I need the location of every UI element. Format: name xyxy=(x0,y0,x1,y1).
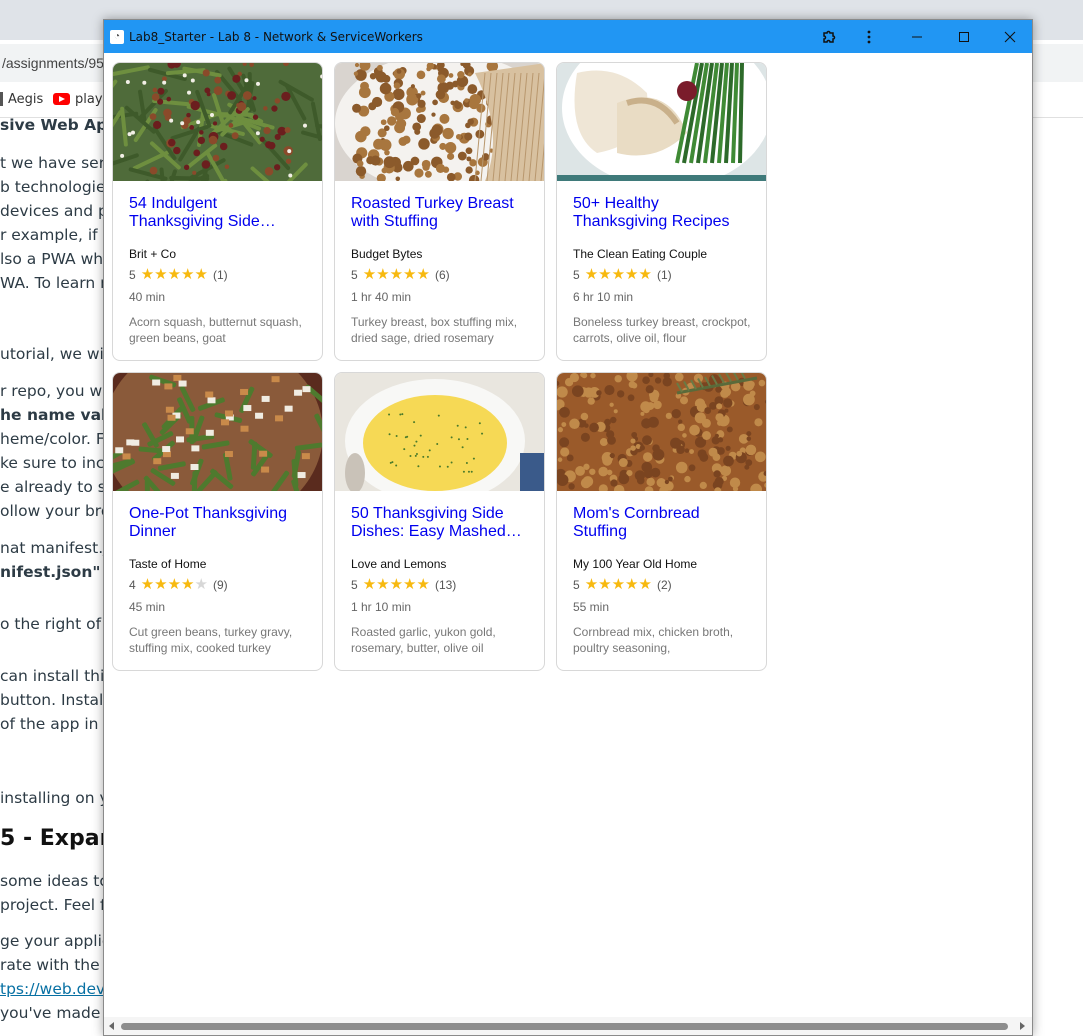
review-count: (1) xyxy=(212,268,228,282)
star-rating-icon: ★★★★★ xyxy=(362,576,430,593)
background-text-line: b technologies xyxy=(0,178,114,196)
recipe-rating: 5 ★★★★★ (2) xyxy=(573,576,672,593)
recipe-organization: Brit + Co xyxy=(129,247,177,261)
recipe-total-time: 1 hr 10 min xyxy=(351,600,412,614)
recipe-rating: 5 ★★★★★ (6) xyxy=(351,266,450,283)
window-title-bar[interactable]: ◔ Lab8_Starter - Lab 8 - Network & Servi… xyxy=(104,20,1032,53)
close-icon[interactable] xyxy=(990,20,1030,53)
background-text-line: WA. To learn m xyxy=(0,274,116,292)
recipe-rating: 5 ★★★★★ (1) xyxy=(573,266,672,283)
review-count: (1) xyxy=(656,268,672,282)
star-rating-icon: ★★★★★ xyxy=(584,576,652,593)
recipe-image xyxy=(113,373,322,491)
background-text-line: r repo, you will xyxy=(0,382,116,400)
recipe-ingredients: Roasted garlic, yukon gold, rosemary, bu… xyxy=(351,625,496,655)
review-count: (9) xyxy=(212,578,228,592)
background-text-line: some ideas to xyxy=(0,872,109,890)
scrollbar-thumb[interactable] xyxy=(121,1023,1008,1030)
recipe-card[interactable]: 54 Indulgent Thanksgiving Side Dishes Bri… xyxy=(112,62,323,361)
recipe-rating: 5 ★★★★★ (1) xyxy=(129,266,228,283)
more-options-icon[interactable] xyxy=(849,20,889,53)
recipe-title-link[interactable]: Roasted Turkey Breast with Stuffing xyxy=(351,195,531,231)
recipe-organization: Love and Lemons xyxy=(351,557,447,571)
background-text-line: you've made y xyxy=(0,1004,115,1022)
window-title: Lab8_Starter - Lab 8 - Network & Service… xyxy=(129,30,423,44)
recipe-title-link[interactable]: 50 Thanksgiving Side Dishes: Easy Mashed… xyxy=(351,505,531,541)
recipe-ingredients: Cornbread mix, chicken broth, poultry se… xyxy=(573,625,734,655)
background-text-line: button. Install xyxy=(0,691,108,709)
bookmark-aegis[interactable]: Aegis xyxy=(8,92,43,107)
star-rating-icon: ★★★★★ xyxy=(140,266,208,283)
extensions-icon[interactable] xyxy=(809,20,849,53)
review-count: (6) xyxy=(434,268,450,282)
recipe-image xyxy=(335,63,544,181)
recipe-ingredients: Turkey breast, box stuffing mix, dried s… xyxy=(351,315,518,345)
background-text-line: heme/color. Fo xyxy=(0,430,114,448)
recipe-rating: 5 ★★★★★ (13) xyxy=(351,576,457,593)
recipe-image xyxy=(335,373,544,491)
recipe-total-time: 45 min xyxy=(129,600,166,614)
recipe-total-time: 6 hr 10 min xyxy=(573,290,634,304)
app-icon: ◔ xyxy=(110,30,124,44)
rating-value: 5 xyxy=(129,268,136,282)
rating-value: 5 xyxy=(573,268,580,282)
recipe-card[interactable]: Mom's Cornbread Stuffing My 100 Year Old … xyxy=(556,372,767,671)
recipe-total-time: 1 hr 40 min xyxy=(351,290,412,304)
background-text-line: o the right of t xyxy=(0,615,113,633)
star-rating-icon: ★★★★★ xyxy=(362,266,430,283)
recipe-title-link[interactable]: Mom's Cornbread Stuffing xyxy=(573,505,753,541)
background-text-line: ge your applica xyxy=(0,932,120,950)
star-rating-icon: ★★★★★ xyxy=(584,266,652,283)
recipe-rating: 4 ★★★★★ (9) xyxy=(129,576,228,593)
background-text-line: of the app in th xyxy=(0,715,120,733)
app-content: 54 Indulgent Thanksgiving Side Dishes Bri… xyxy=(104,53,1032,1035)
minimize-icon[interactable] xyxy=(897,20,937,53)
background-text-line: utorial, we will xyxy=(0,345,113,363)
bookmark-folder-icon[interactable] xyxy=(0,92,3,106)
background-text-line: t we have servi xyxy=(0,154,119,172)
recipe-organization: The Clean Eating Couple xyxy=(573,247,708,261)
recipe-ingredients: Boneless turkey breast, crockpot, carrot… xyxy=(573,315,751,345)
rating-value: 5 xyxy=(351,268,358,282)
review-count: (13) xyxy=(434,578,457,592)
background-text-line: rate with the W xyxy=(0,956,120,974)
recipe-title-link[interactable]: One-Pot Thanksgiving Dinner xyxy=(129,505,309,541)
recipe-ingredients: Cut green beans, turkey gravy, stuffing … xyxy=(129,625,293,655)
pwa-app-window: ◔ Lab8_Starter - Lab 8 - Network & Servi… xyxy=(103,19,1033,1036)
star-rating-icon: ★★★★★ xyxy=(140,576,208,593)
recipe-organization: My 100 Year Old Home xyxy=(573,557,698,571)
recipe-title-link[interactable]: 50+ Healthy Thanksgiving Recipes xyxy=(573,195,753,231)
recipe-organization: Budget Bytes xyxy=(351,247,423,261)
recipe-card[interactable]: 50 Thanksgiving Side Dishes: Easy Mashed… xyxy=(334,372,545,671)
background-text-line[interactable]: tps://web.dev/ xyxy=(0,980,110,998)
scroll-left-arrow-icon[interactable] xyxy=(109,1022,114,1030)
review-count: (2) xyxy=(656,578,672,592)
rating-value: 5 xyxy=(573,578,580,592)
recipe-title-link[interactable]: 54 Indulgent Thanksgiving Side Dishes xyxy=(129,195,309,231)
maximize-icon[interactable] xyxy=(944,20,984,53)
background-text-line: sive Web Ap xyxy=(0,116,108,134)
recipe-card[interactable]: Roasted Turkey Breast with Stuffing Budge… xyxy=(334,62,545,361)
background-text-line: can install this xyxy=(0,667,113,685)
youtube-icon[interactable] xyxy=(53,93,70,105)
rating-value: 4 xyxy=(129,578,136,592)
recipe-card[interactable]: One-Pot Thanksgiving Dinner Taste of Home… xyxy=(112,372,323,671)
recipe-ingredients: Acorn squash, butternut squash, green be… xyxy=(129,315,302,345)
background-text-line: installing on yo xyxy=(0,789,119,807)
recipe-image xyxy=(113,63,322,181)
recipe-organization: Taste of Home xyxy=(129,557,207,571)
rating-value: 5 xyxy=(351,578,358,592)
background-text-line: lso a PWA whi xyxy=(0,250,108,268)
scroll-right-arrow-icon[interactable] xyxy=(1020,1022,1025,1030)
recipe-card[interactable]: 50+ Healthy Thanksgiving Recipes The Clea… xyxy=(556,62,767,361)
recipe-total-time: 40 min xyxy=(129,290,166,304)
recipe-image xyxy=(557,373,766,491)
horizontal-scrollbar[interactable] xyxy=(104,1017,1032,1035)
background-text-line: ke sure to inclu xyxy=(0,454,119,472)
recipe-total-time: 55 min xyxy=(573,600,610,614)
recipe-image xyxy=(557,63,766,181)
address-bar-url[interactable]: /assignments/95 xyxy=(2,55,104,71)
